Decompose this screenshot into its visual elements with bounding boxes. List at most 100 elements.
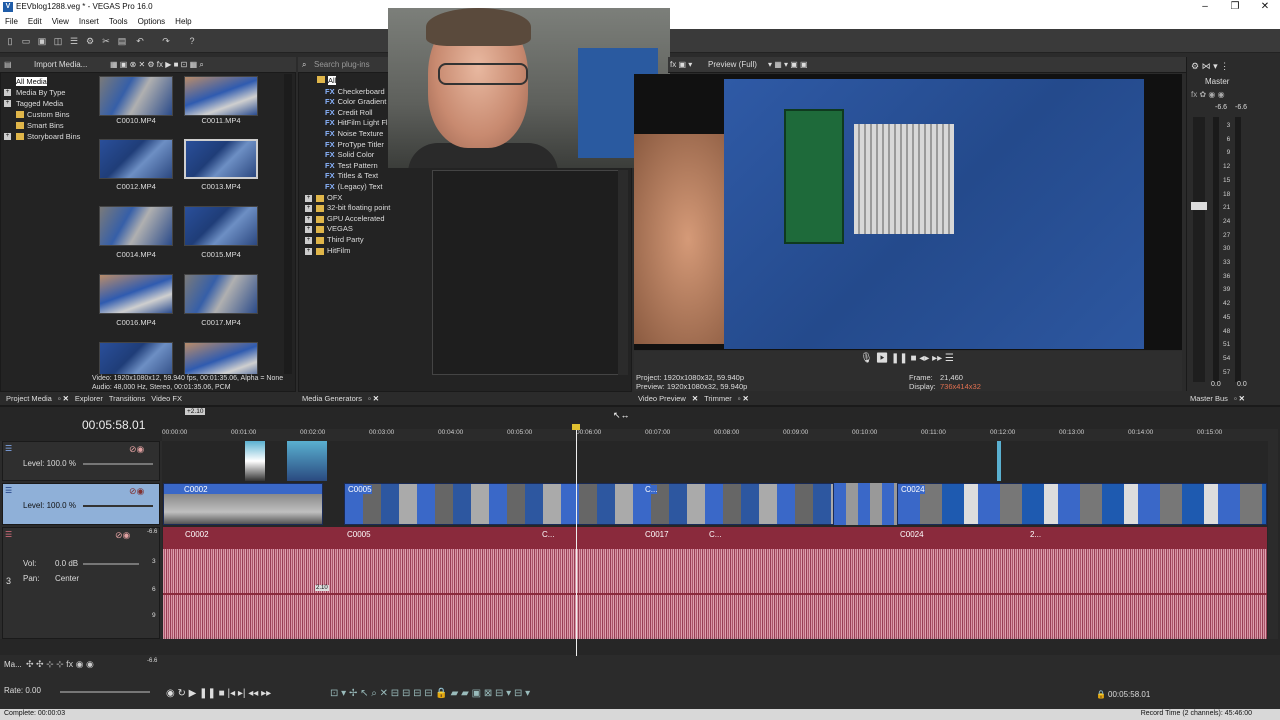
- edit-tools-icons[interactable]: ⊡ ▾ ✢ ↖ ⌕ ✕ ⊟ ⊟ ⊟ ⊟ 🔒 ▰ ▰ ▣ ⊠ ⊟ ▾ ⊟ ▾: [330, 688, 530, 699]
- settings-icon[interactable]: ⚙: [84, 35, 96, 47]
- timeline-vertical-scrollbar[interactable]: [1268, 429, 1278, 639]
- track-header-3[interactable]: ☰ 3 ⊘◉ -6.6 Vol: 0.0 dB Pan: Center: [2, 527, 160, 639]
- plugin-group[interactable]: + HitFilm: [303, 246, 429, 257]
- track-menu-icon[interactable]: ☰: [5, 486, 12, 495]
- menu-edit[interactable]: Edit: [23, 15, 47, 29]
- tab-trimmer[interactable]: Trimmer: [704, 394, 732, 403]
- close-button[interactable]: ✕: [1250, 0, 1280, 15]
- playhead[interactable]: [576, 426, 577, 656]
- timeline-timecode[interactable]: 00:05:58.01: [82, 418, 145, 432]
- minimize-button[interactable]: –: [1190, 0, 1220, 15]
- menu-view[interactable]: View: [47, 15, 74, 29]
- plugin-group[interactable]: + GPU Accelerated: [303, 214, 429, 225]
- media-thumbnail[interactable]: [99, 76, 173, 116]
- video-clip[interactable]: C0002: [163, 483, 323, 525]
- overlay-clip[interactable]: [287, 441, 327, 481]
- close-icon[interactable]: ▫ ✕: [368, 394, 379, 403]
- master-bottom-icons[interactable]: ✣ ✣ ⊹ ⊹ fx ◉ ◉: [26, 659, 94, 670]
- media-thumbnail[interactable]: [184, 139, 258, 179]
- tree-custom-bins[interactable]: Custom Bins: [2, 109, 92, 120]
- media-scrollbar[interactable]: [284, 74, 292, 374]
- end-timecode[interactable]: 00:05:58.01: [1108, 690, 1150, 699]
- paste-icon[interactable]: ▤: [116, 35, 128, 47]
- tab-video-preview[interactable]: Video Preview: [638, 394, 686, 403]
- master-tools-icons[interactable]: ⚙ ⋈ ▾ ⋮: [1191, 61, 1229, 72]
- cut-icon[interactable]: ✂: [100, 35, 112, 47]
- master-fader[interactable]: [1191, 202, 1207, 210]
- import-media-icon[interactable]: ▤: [4, 60, 12, 69]
- media-thumbnail[interactable]: [184, 274, 258, 314]
- transport-controls[interactable]: ◉ ↻ ▶ ❚❚ ■ |◂ ▸| ◂◂ ▸▸: [166, 688, 271, 699]
- video-clip[interactable]: [834, 483, 897, 525]
- generator-preset-area[interactable]: [432, 170, 628, 375]
- close-icon[interactable]: ▫ ✕: [738, 394, 749, 403]
- tab-media-generators[interactable]: Media Generators: [302, 394, 362, 403]
- plugin-item[interactable]: FX (Legacy) Text: [303, 182, 429, 193]
- close-icon[interactable]: ▫ ✕: [58, 394, 69, 403]
- preview-fx-icon[interactable]: fx ▣ ▾: [670, 60, 692, 69]
- tab-project-media[interactable]: Project Media: [6, 394, 52, 403]
- menu-help[interactable]: Help: [170, 15, 196, 29]
- import-media-button[interactable]: Import Media...: [34, 60, 87, 69]
- track2-level-slider[interactable]: [83, 505, 153, 507]
- tab-explorer[interactable]: Explorer: [75, 394, 103, 403]
- master-fx-icons[interactable]: fx ✿ ◉ ◉: [1191, 90, 1225, 99]
- plugin-group[interactable]: + VEGAS: [303, 224, 429, 235]
- tree-all-media[interactable]: All Media: [2, 76, 92, 87]
- media-thumbnail[interactable]: [99, 206, 173, 246]
- timeline-ruler[interactable]: 00:00:00 00:01:00 00:02:00 00:03:00 00:0…: [162, 429, 1268, 441]
- media-thumbnail[interactable]: [184, 342, 258, 374]
- video-preview[interactable]: [634, 74, 1182, 350]
- media-thumbnail[interactable]: [184, 206, 258, 246]
- mute-icon[interactable]: ⊘◉: [115, 530, 130, 541]
- plugin-search-input[interactable]: Search plug-ins: [314, 60, 370, 69]
- close-icon[interactable]: ▫ ✕: [1234, 394, 1245, 403]
- media-thumbnail[interactable]: [99, 274, 173, 314]
- open-icon[interactable]: ▭: [20, 35, 32, 47]
- undo-icon[interactable]: ↶: [134, 35, 146, 47]
- properties-icon[interactable]: ☰: [68, 35, 80, 47]
- menu-file[interactable]: File: [0, 15, 23, 29]
- mute-icon[interactable]: ⊘◉: [129, 486, 144, 497]
- audio-track-clips[interactable]: C0002 C0005 C... C0017 C... C0024 2... 2…: [163, 527, 1267, 639]
- media-tools-icons[interactable]: ▦ ▣ ⊗ ✕ ⚙ fx ▶ ■ ⊡ ▦ ⌕: [110, 60, 204, 70]
- plugin-item[interactable]: FX Titles & Text: [303, 171, 429, 182]
- preview-quality-dropdown[interactable]: Preview (Full): [708, 60, 757, 69]
- menu-options[interactable]: Options: [133, 15, 171, 29]
- media-thumbnail[interactable]: [184, 76, 258, 116]
- track1-level-slider[interactable]: [83, 463, 153, 465]
- tab-video-fx[interactable]: Video FX: [151, 394, 182, 403]
- video-clip[interactable]: C0024: [897, 483, 1267, 525]
- track-header-1[interactable]: ☰ ⊘◉ Level: 100.0 %: [2, 441, 160, 481]
- close-icon[interactable]: ✕: [692, 394, 698, 403]
- menu-tools[interactable]: Tools: [104, 15, 133, 29]
- overlay-clip[interactable]: [997, 441, 1001, 481]
- new-icon[interactable]: ▯: [4, 35, 16, 47]
- track-menu-icon[interactable]: ☰: [5, 444, 12, 453]
- track3-vol-slider[interactable]: [83, 563, 139, 565]
- preview-tools-icons[interactable]: ▾ ▦ ▾ ▣ ▣: [768, 60, 808, 69]
- playhead-handle[interactable]: [572, 424, 580, 430]
- tab-master-bus[interactable]: Master Bus: [1190, 394, 1228, 403]
- generator-scrollbar[interactable]: [618, 170, 628, 375]
- timeline-marker[interactable]: +2.10: [185, 408, 206, 415]
- plugin-group[interactable]: + Third Party: [303, 235, 429, 246]
- plugin-group[interactable]: +32-bit floating point: [303, 203, 429, 214]
- video-clip[interactable]: C0005 C...: [344, 483, 834, 525]
- help-icon[interactable]: ?: [186, 35, 198, 47]
- menu-insert[interactable]: Insert: [74, 15, 104, 29]
- media-thumbnail[interactable]: [99, 139, 173, 179]
- tree-storyboard-bins[interactable]: + Storyboard Bins: [2, 131, 92, 142]
- tree-tagged-media[interactable]: + Tagged Media: [2, 98, 92, 109]
- render-icon[interactable]: ◫: [52, 35, 64, 47]
- redo-icon[interactable]: ↷: [160, 35, 172, 47]
- media-thumbnail[interactable]: [99, 342, 173, 374]
- preview-transport-icons[interactable]: 🎙 ▶ ❚❚ ■ ◂▸ ▸▸ ☰: [860, 353, 954, 364]
- maximize-button[interactable]: ❐: [1220, 0, 1250, 15]
- track-menu-icon[interactable]: ☰: [5, 530, 12, 539]
- tree-media-by-type[interactable]: + Media By Type: [2, 87, 92, 98]
- tree-smart-bins[interactable]: Smart Bins: [2, 120, 92, 131]
- save-icon[interactable]: ▣: [36, 35, 48, 47]
- tab-transitions[interactable]: Transitions: [109, 394, 145, 403]
- mute-icon[interactable]: ⊘◉: [129, 444, 144, 455]
